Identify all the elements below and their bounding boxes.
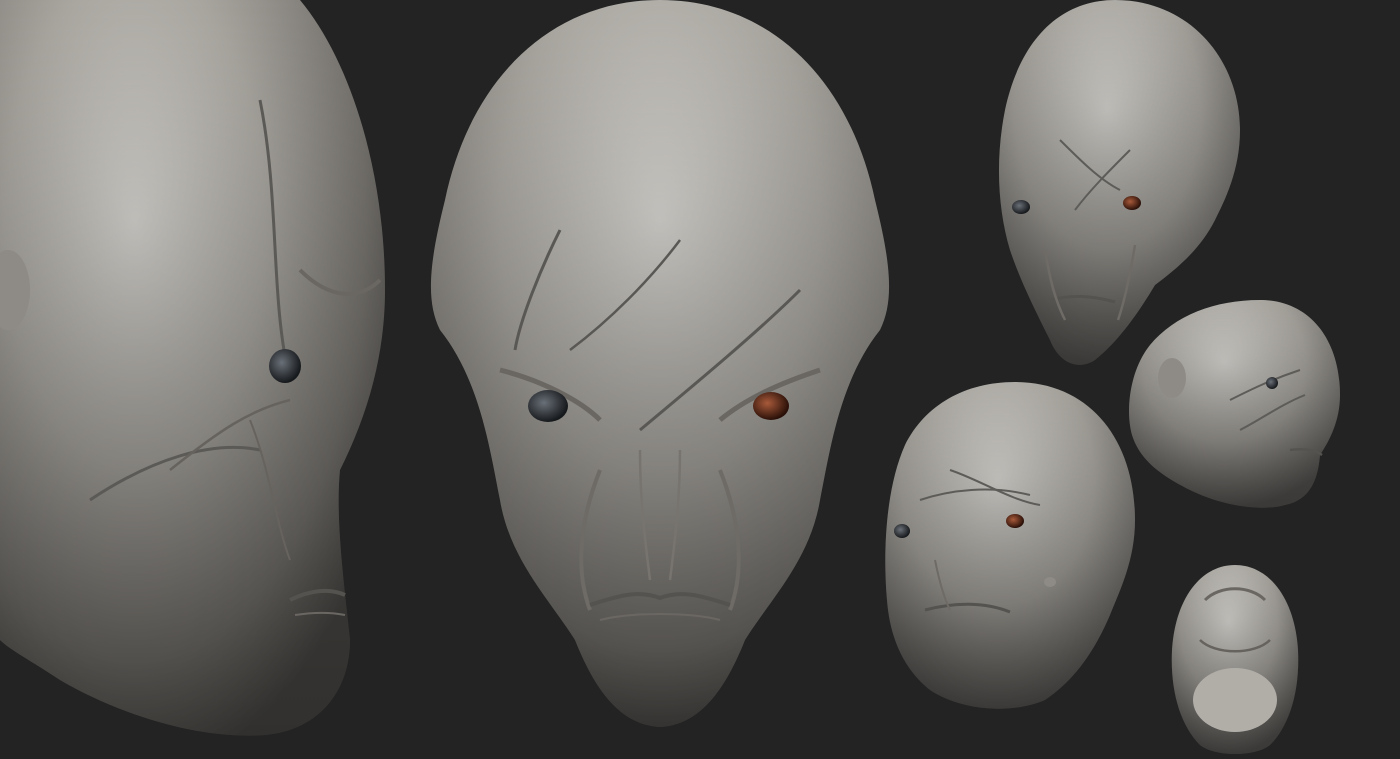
- sculpt-canvas: [0, 0, 1400, 759]
- lower-three-quarter-view: [885, 382, 1135, 709]
- side-closeup-view: [0, 0, 385, 736]
- sculpt-render: [0, 0, 1340, 754]
- eye-left-icon: [894, 524, 910, 538]
- eye-right-icon: [1123, 196, 1141, 210]
- eye-right-icon: [753, 392, 789, 420]
- eye-left-icon: [528, 390, 568, 422]
- bottom-view: [1171, 565, 1299, 754]
- eye-left-icon: [269, 349, 301, 383]
- profile-right-view: [1129, 300, 1340, 508]
- eye-left-icon: [1266, 377, 1278, 389]
- front-view: [430, 0, 890, 727]
- eye-right-icon: [1006, 514, 1024, 528]
- eye-left-icon: [1012, 200, 1030, 214]
